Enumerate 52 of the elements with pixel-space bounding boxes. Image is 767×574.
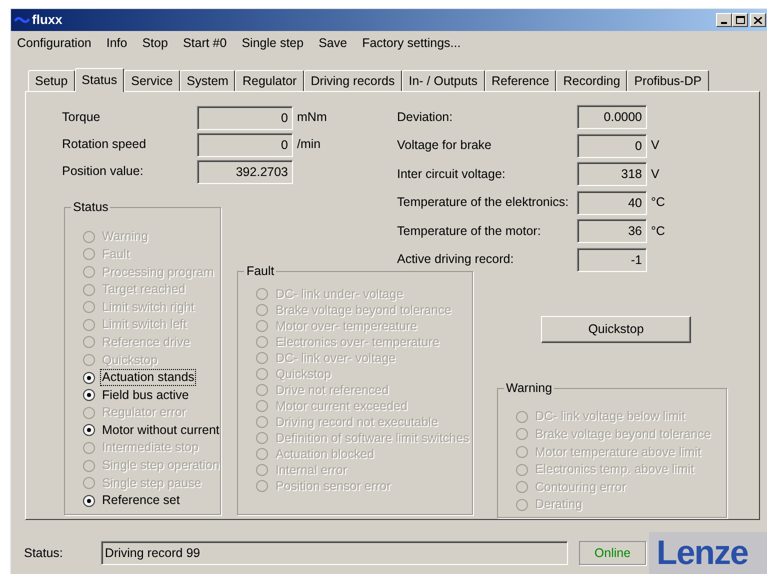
radio-label: Field bus active xyxy=(101,388,190,403)
status-label: Status: xyxy=(24,544,64,562)
unit-label: V xyxy=(651,137,660,154)
reading-label: Active driving record: xyxy=(397,251,515,268)
tab[interactable]: System xyxy=(180,70,236,92)
company-logo: Lenze xyxy=(648,532,767,574)
tab[interactable]: In- / Outputs xyxy=(402,70,485,92)
tab[interactable]: Driving records xyxy=(304,70,402,92)
menu-item[interactable]: Start #0 xyxy=(182,34,227,53)
connection-indicator: Online xyxy=(579,541,646,565)
reading-label: Temperature of the elektronics: xyxy=(397,194,570,212)
reading-field: 0 xyxy=(197,106,293,130)
reading-label: Deviation: xyxy=(397,108,454,126)
tab[interactable]: Regulator xyxy=(235,70,304,92)
reading-field: 36 xyxy=(577,219,647,244)
unit-label: °C xyxy=(651,194,666,212)
reading-field: 0 xyxy=(197,132,293,157)
window-title: fluxx xyxy=(32,11,62,30)
reading-field: 40 xyxy=(577,190,647,215)
reading-field: 0 xyxy=(577,134,647,158)
radio-label: Motor without current xyxy=(101,422,220,438)
reading-label: Temperature of the motor: xyxy=(397,222,542,240)
menu-item[interactable]: Stop xyxy=(142,34,168,53)
reading-label: Voltage for brake xyxy=(397,137,493,154)
menu-item[interactable]: Save xyxy=(318,34,348,53)
reading-label: Inter circuit voltage: xyxy=(397,166,506,183)
menu-item[interactable]: Info xyxy=(106,34,128,53)
radio-label: Reference set xyxy=(101,493,181,508)
reading-label: Rotation speed xyxy=(62,136,148,154)
unit-label: mNm xyxy=(297,109,327,126)
menu-item[interactable]: Factory settings... xyxy=(362,34,461,53)
quickstop-button[interactable]: Quickstop xyxy=(541,316,691,344)
unit-label: °C xyxy=(651,222,666,240)
reading-label: Torque xyxy=(62,109,102,126)
unit-label: V xyxy=(651,166,660,183)
reading-field: 318 xyxy=(577,162,647,186)
reading-field: -1 xyxy=(577,248,647,272)
tab[interactable]: Profibus-DP xyxy=(627,70,709,92)
menu-item[interactable]: Single step xyxy=(242,34,304,53)
tab[interactable]: Recording xyxy=(556,70,628,92)
reading-label: Position value: xyxy=(62,163,144,180)
status-field: Driving record 99 xyxy=(100,541,568,565)
tab[interactable]: Service xyxy=(124,70,180,92)
tab[interactable]: Reference xyxy=(484,70,556,92)
radio-label: Actuation stands xyxy=(101,370,196,386)
tab[interactable]: Status xyxy=(74,68,124,92)
reading-field: 0.0000 xyxy=(577,105,647,130)
unit-label: /min xyxy=(297,136,321,154)
menu-item[interactable]: Configuration xyxy=(17,34,92,53)
reading-field: 392.2703 xyxy=(197,160,293,184)
group-title: Warning xyxy=(504,380,554,396)
tab[interactable]: Setup xyxy=(28,70,75,92)
